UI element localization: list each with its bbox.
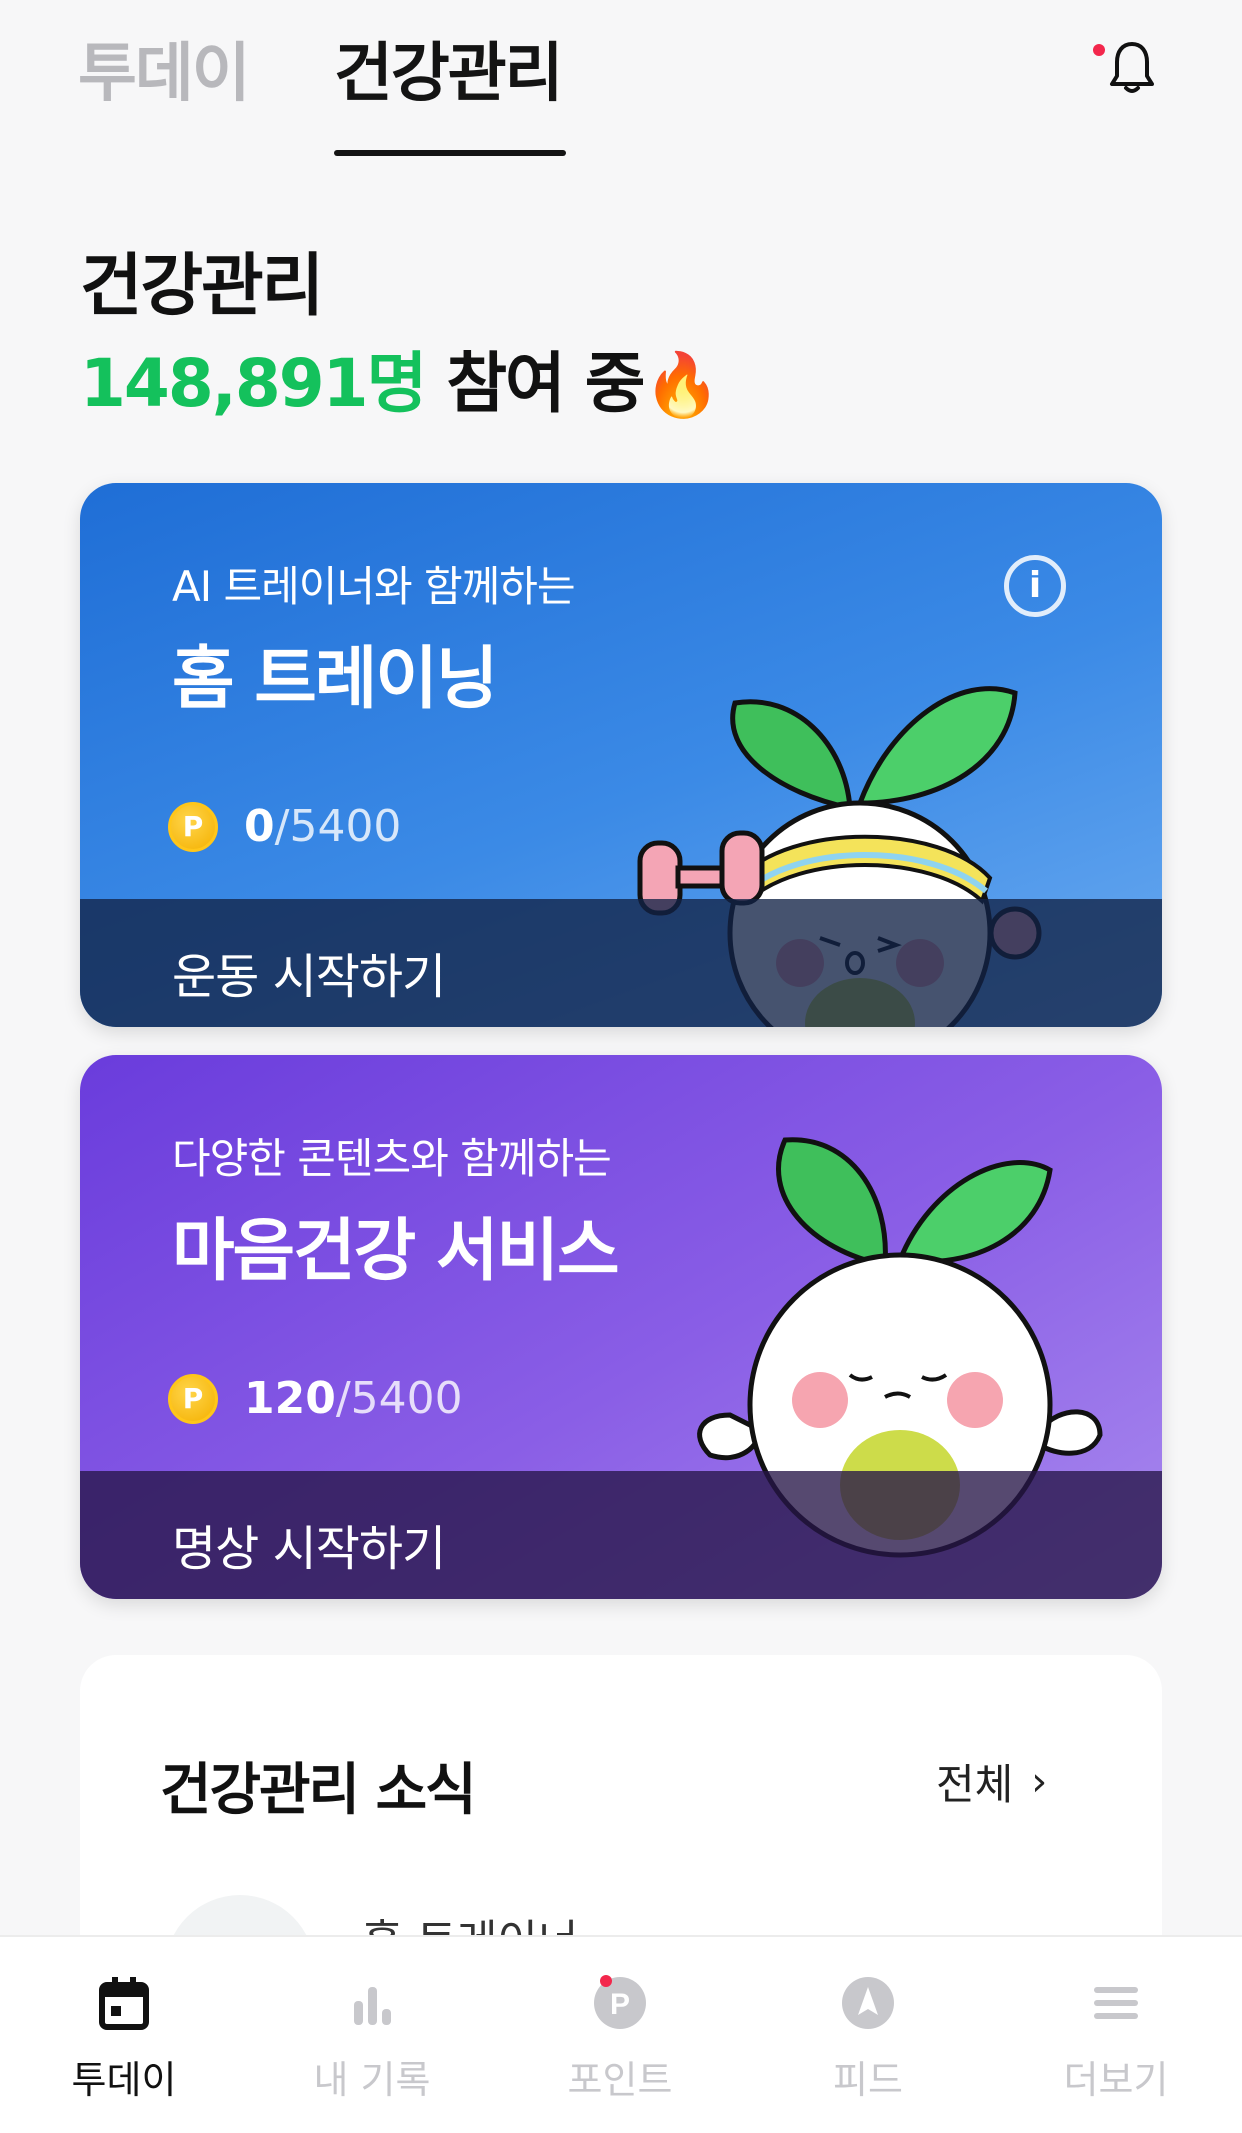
card-subtitle: AI 트레이너와 함께하는	[172, 562, 576, 611]
points-current: 0	[244, 801, 275, 852]
menu-icon	[1094, 1987, 1138, 2019]
start-meditation-bar[interactable]: 명상 시작하기	[80, 1471, 1162, 1599]
nav-item-feed[interactable]: 피드	[744, 1937, 992, 2133]
points-max: /5400	[335, 1373, 463, 1424]
compass-icon	[842, 1977, 894, 2029]
start-meditation-label: 명상 시작하기	[172, 1521, 446, 1577]
participants-suffix: 참여 중	[425, 345, 645, 422]
tab-today[interactable]: 투데이	[78, 22, 251, 114]
fire-icon: 🔥	[643, 348, 720, 421]
view-all-button[interactable]: 전체 ›	[936, 1751, 1047, 1812]
card-title: 홈 트레이닝	[172, 640, 498, 719]
nav-label: 내 기록	[313, 2058, 431, 2102]
page-title: 건강관리	[80, 247, 324, 326]
nav-label: 피드	[833, 2058, 903, 2102]
nav-label: 투데이	[71, 2058, 177, 2102]
news-title: 건강관리 소식	[160, 1758, 477, 1823]
nav-item-today[interactable]: 투데이	[0, 1937, 248, 2133]
nav-label: 더보기	[1063, 2058, 1169, 2102]
points-progress: P 0/5400	[168, 801, 401, 852]
home-training-card[interactable]: AI 트레이너와 함께하는 홈 트레이닝 i P 0/5400 운동 시작하기	[80, 483, 1162, 1027]
participants-count: 148,891명	[80, 345, 427, 422]
nav-item-points[interactable]: P 포인트	[496, 1937, 744, 2133]
points-icon: P	[594, 1977, 646, 2029]
nav-label: 포인트	[567, 2058, 673, 2102]
active-tab-indicator	[334, 150, 566, 156]
start-workout-bar[interactable]: 운동 시작하기	[80, 899, 1162, 1027]
chevron-right-icon: ›	[1031, 1758, 1048, 1805]
calendar-icon	[99, 1977, 149, 2030]
notification-badge	[1093, 44, 1105, 56]
points-badge	[600, 1975, 612, 1987]
info-icon[interactable]: i	[1004, 555, 1066, 617]
view-all-label: 전체	[936, 1760, 1014, 1809]
points-progress: P 120/5400	[168, 1373, 463, 1424]
card-subtitle: 다양한 콘텐츠와 함께하는	[172, 1134, 612, 1183]
bar-chart-icon	[354, 1987, 391, 2025]
points-current: 120	[244, 1373, 336, 1424]
bell-icon[interactable]	[1108, 40, 1156, 96]
nav-item-records[interactable]: 내 기록	[248, 1937, 496, 2133]
bottom-navigation: 투데이 내 기록 P 포인트 피드 더보기	[0, 1935, 1242, 2133]
svg-text:P: P	[610, 1988, 630, 2021]
nav-item-more[interactable]: 더보기	[992, 1937, 1240, 2133]
start-workout-label: 운동 시작하기	[172, 949, 446, 1005]
mind-health-card[interactable]: 다양한 콘텐츠와 함께하는 마음건강 서비스 P 120/5400 명상 시작하…	[80, 1055, 1162, 1599]
points-max: /5400	[274, 801, 402, 852]
coin-icon: P	[168, 801, 218, 852]
tab-health[interactable]: 건강관리	[334, 22, 564, 114]
card-title: 마음건강 서비스	[172, 1212, 620, 1291]
coin-icon: P	[168, 1373, 218, 1424]
participants-line: 148,891명 참여 중🔥	[80, 330, 721, 426]
top-tab-bar: 투데이 건강관리	[0, 0, 1242, 160]
